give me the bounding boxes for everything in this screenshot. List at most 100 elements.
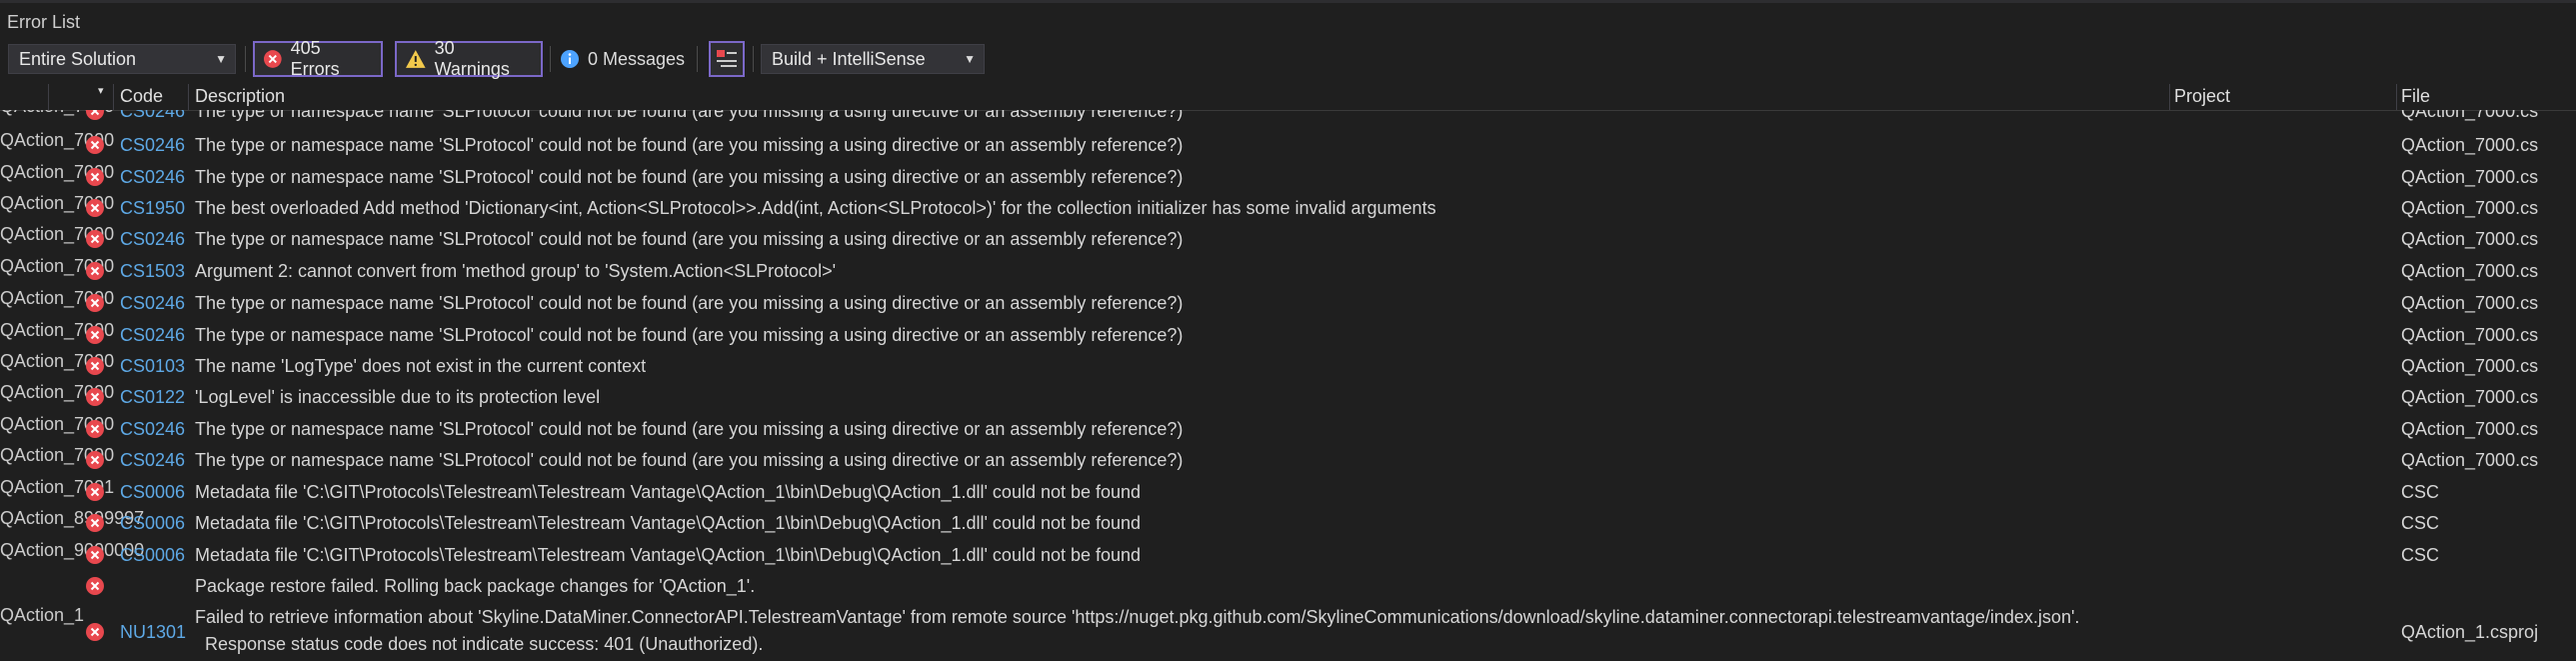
column-divider[interactable] <box>113 84 114 110</box>
error-description: The type or namespace name 'SLProtocol' … <box>195 325 1184 345</box>
error-file: QAction_7000.cs <box>2401 198 2539 218</box>
column-header-project[interactable]: Project <box>2174 86 2230 107</box>
warning-icon <box>405 50 426 68</box>
errors-filter-button[interactable]: 405 Errors <box>253 38 383 79</box>
error-code-link[interactable]: CS0103 <box>120 356 185 377</box>
error-description: Failed to retrieve information about 'Sk… <box>195 607 2080 627</box>
error-row[interactable]: CS0103 The name 'LogType' does not exist … <box>0 351 2576 383</box>
filter-list-icon <box>717 50 737 67</box>
error-row[interactable]: CS0246 The type or namespace name 'SLProt… <box>0 162 2576 194</box>
errors-filter-label: 405 Errors <box>290 38 340 79</box>
error-row[interactable]: CS1503 Argument 2: cannot convert from 'm… <box>0 256 2576 288</box>
error-icon <box>86 326 104 344</box>
error-row[interactable]: CS0246 The type or namespace name 'SLProt… <box>0 224 2576 256</box>
error-code-link[interactable]: CS0246 <box>120 450 185 471</box>
error-icon <box>86 483 104 501</box>
error-file: QAction_7000.cs <box>2401 387 2539 407</box>
error-description: The type or namespace name 'SLProtocol' … <box>195 135 1184 155</box>
error-description: Package restore failed. Rolling back pac… <box>195 576 756 596</box>
error-row[interactable]: CS0246 The type or namespace name 'SLProt… <box>0 414 2576 446</box>
error-description: Metadata file 'C:\GIT\Protocols\Telestre… <box>195 545 1142 565</box>
error-row[interactable]: NU1301 Failed to retrieve information abo… <box>0 605 2576 661</box>
column-divider[interactable] <box>2396 84 2397 110</box>
toolbar-separator <box>245 46 246 72</box>
error-row[interactable]: CS0006 Metadata file 'C:\GIT\Protocols\Te… <box>0 477 2576 509</box>
error-code-link[interactable]: CS0246 <box>120 167 185 188</box>
column-header-file[interactable]: File <box>2401 86 2430 107</box>
error-code-link[interactable]: CS1503 <box>120 261 185 282</box>
error-row[interactable]: CS0246 The type or namespace name 'SLProt… <box>0 445 2576 477</box>
error-code-link[interactable]: CS0246 <box>120 135 185 156</box>
error-row[interactable]: CS0246 The type or namespace name 'SLProt… <box>0 130 2576 162</box>
chevron-down-icon: ▼ <box>964 52 976 66</box>
source-dropdown-label: Build + IntelliSense <box>772 49 926 69</box>
error-description: The name 'LogType' does not exist in the… <box>195 356 647 376</box>
error-code-link[interactable]: CS0246 <box>120 293 185 314</box>
error-row[interactable]: CS0246 The type or namespace name 'SLProt… <box>0 288 2576 320</box>
scope-dropdown-label: Entire Solution <box>19 49 137 69</box>
error-description: The type or namespace name 'SLProtocol' … <box>195 293 1184 313</box>
panel-top-border <box>0 0 2576 3</box>
error-icon <box>86 451 104 469</box>
error-description-continued: Response status code does not indicate s… <box>205 634 764 654</box>
source-dropdown[interactable]: Build + IntelliSense ▼ <box>761 44 985 74</box>
error-code-link[interactable]: CS0246 <box>120 110 185 122</box>
column-divider[interactable] <box>48 84 49 110</box>
error-code-link[interactable]: CS0246 <box>120 419 185 440</box>
error-icon <box>263 50 282 68</box>
warnings-filter-button[interactable]: 30 Warnings <box>395 38 543 79</box>
toolbar-separator <box>753 46 754 72</box>
error-file: CSC <box>2401 545 2440 565</box>
error-icon <box>86 262 104 280</box>
error-code-link[interactable]: CS0246 <box>120 229 185 250</box>
error-icon <box>86 136 104 154</box>
error-row[interactable]: CS1950 The best overloaded Add method 'Di… <box>0 193 2576 225</box>
error-description: Metadata file 'C:\GIT\Protocols\Telestre… <box>195 513 1142 533</box>
warnings-filter-label: 30 Warnings <box>434 38 510 79</box>
error-description: Argument 2: cannot convert from 'method … <box>195 261 837 281</box>
scope-dropdown[interactable]: Entire Solution ▼ <box>8 44 236 74</box>
error-code-link[interactable]: CS0122 <box>120 387 185 408</box>
info-icon <box>561 50 579 68</box>
error-description: Metadata file 'C:\GIT\Protocols\Telestre… <box>195 482 1142 502</box>
error-row[interactable]: CS0122 'LogLevel' is inaccessible due to … <box>0 382 2576 414</box>
column-divider[interactable] <box>2169 84 2170 110</box>
error-row[interactable]: CS0006 Metadata file 'C:\GIT\Protocols\Te… <box>0 508 2576 540</box>
column-header-code[interactable]: Code <box>120 86 163 107</box>
error-code-link[interactable]: CS0006 <box>120 482 185 503</box>
error-description: The best overloaded Add method 'Dictiona… <box>195 198 1436 218</box>
error-icon <box>86 514 104 532</box>
error-project: QAction_1 <box>0 605 85 625</box>
error-description: The type or namespace name 'SLProtocol' … <box>195 229 1184 249</box>
error-file: QAction_7000.cs <box>2401 356 2539 376</box>
column-header-description[interactable]: Description <box>195 86 285 107</box>
error-row[interactable]: CS0006 Metadata file 'C:\GIT\Protocols\Te… <box>0 540 2576 572</box>
error-description: 'LogLevel' is inaccessible due to its pr… <box>195 387 601 407</box>
error-row[interactable]: CS0246 The type or namespace name 'SLProt… <box>0 320 2576 352</box>
error-code-link[interactable]: CS0246 <box>120 325 185 346</box>
toolbar: Entire Solution ▼ 405 Errors 30 Warnings… <box>0 38 2576 80</box>
filter-toggle-button[interactable] <box>709 41 745 77</box>
error-file: CSC <box>2401 482 2440 502</box>
error-code-link[interactable]: NU1301 <box>120 622 186 643</box>
error-file: CSC <box>2401 513 2440 533</box>
error-row[interactable]: Package restore failed. Rolling back pac… <box>0 571 2576 603</box>
error-file: QAction_7000.cs <box>2401 325 2539 345</box>
error-description: The type or namespace name 'SLProtocol' … <box>195 167 1184 187</box>
error-icon <box>86 388 104 406</box>
error-file: QAction_1.csproj <box>2401 622 2539 642</box>
panel-title: Error List <box>7 12 81 32</box>
messages-filter-button[interactable]: 0 Messages <box>560 41 685 77</box>
error-code-link[interactable]: CS0006 <box>120 513 185 534</box>
column-divider[interactable] <box>188 84 189 110</box>
error-file: QAction_7000.cs <box>2401 450 2539 470</box>
error-file: QAction_7000.cs <box>2401 135 2539 155</box>
error-code-link[interactable]: CS0006 <box>120 545 185 566</box>
sort-glyph-icon[interactable]: ▾ <box>98 84 104 97</box>
error-list-rows: CS0246 The type or namespace name 'SLProt… <box>0 110 2576 661</box>
error-description: The type or namespace name 'SLProtocol' … <box>195 419 1184 439</box>
error-file: QAction_7000.cs <box>2401 110 2539 121</box>
error-row[interactable]: CS0246 The type or namespace name 'SLProt… <box>0 110 2576 128</box>
error-code-link[interactable]: CS1950 <box>120 198 185 219</box>
toolbar-separator <box>697 46 698 72</box>
